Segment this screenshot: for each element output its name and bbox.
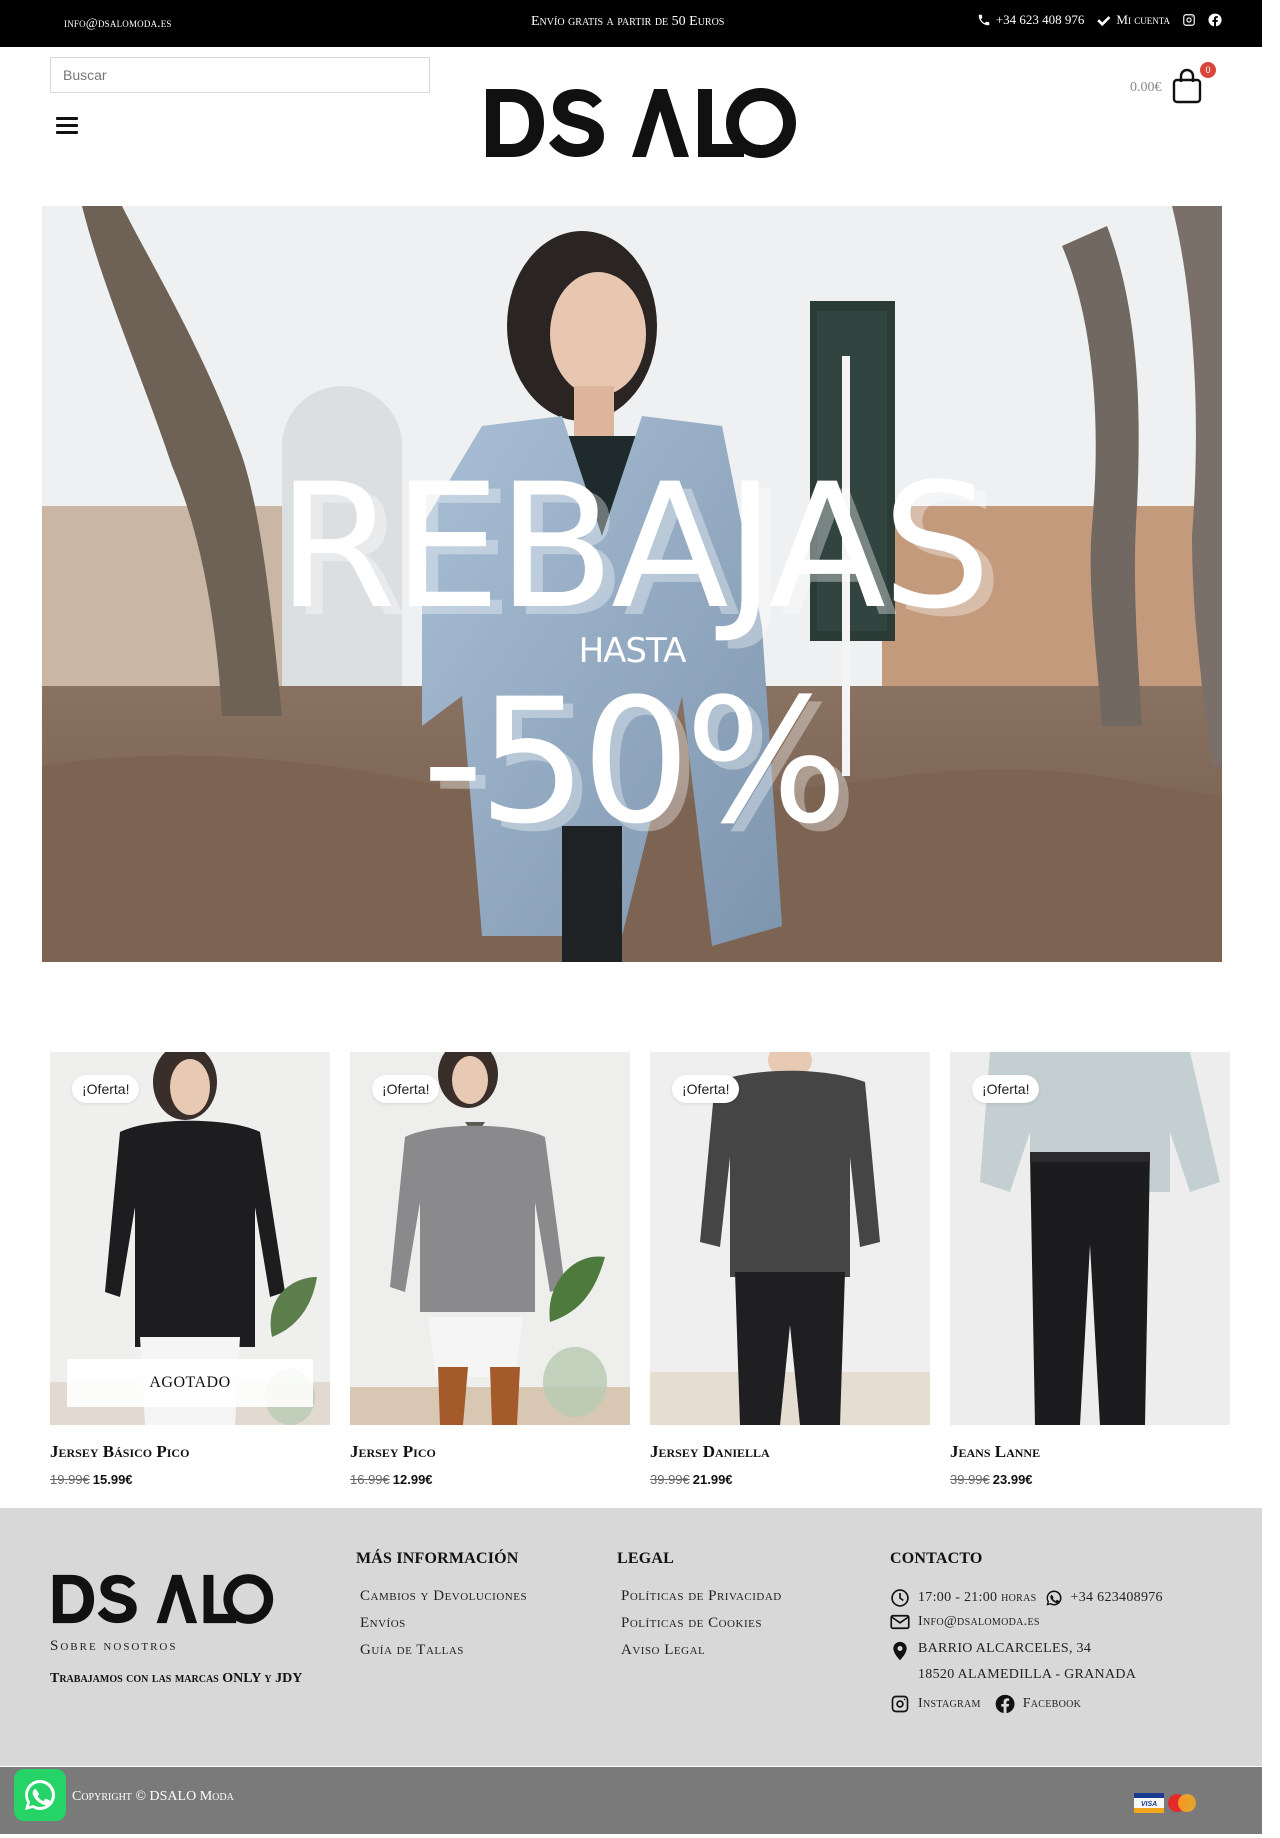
- sale-badge: ¡Oferta!: [72, 1075, 140, 1103]
- legal-heading: LEGAL: [617, 1550, 675, 1567]
- product-photo: [950, 1052, 1230, 1425]
- link-legal-notice[interactable]: Aviso Legal: [621, 1642, 782, 1659]
- product-name[interactable]: Jersey Daniella: [650, 1442, 930, 1462]
- whatsapp-icon: [25, 1779, 56, 1810]
- footer-contact-column: CONTACTO 17:00 - 21:00 horas +34 6234089…: [890, 1550, 1163, 1720]
- contact-email[interactable]: Info@dsalomoda.es: [918, 1614, 1040, 1630]
- contact-address: BARRIO ALCARCELES, 34 18520 ALAMEDILLA -…: [918, 1636, 1136, 1688]
- sale-badge: ¡Oferta!: [372, 1075, 440, 1103]
- link-shipping[interactable]: Envíos: [360, 1615, 527, 1632]
- link-cookies[interactable]: Políticas de Cookies: [621, 1615, 782, 1632]
- whatsapp-icon: [1046, 1590, 1062, 1606]
- about-us-title: Sobre nosotros: [50, 1638, 178, 1654]
- facebook-icon: [995, 1694, 1015, 1714]
- contact-address-row: BARRIO ALCARCELES, 34 18520 ALAMEDILLA -…: [890, 1636, 1163, 1688]
- product-name[interactable]: Jersey Pico: [350, 1442, 630, 1462]
- hero-title: REBAJAS: [276, 446, 991, 647]
- about-us-text: Trabajamos con las marcas ONLY y JDY: [50, 1671, 303, 1686]
- product-card[interactable]: ¡Oferta! Jersey Daniella 39.99€ 21.99€: [650, 1052, 930, 1487]
- old-price: 39.99€: [950, 1472, 990, 1487]
- contact-email-row: Info@dsalomoda.es: [890, 1614, 1163, 1630]
- product-card[interactable]: ¡Oferta! Jersey Pico 16.99€ 12.99€: [350, 1052, 630, 1487]
- shopping-bag-icon: [1172, 68, 1202, 104]
- sale-badge: ¡Oferta!: [972, 1075, 1040, 1103]
- product-card[interactable]: ¡Oferta! Jeans Lanne 39.99€ 23.99€: [950, 1052, 1230, 1487]
- svg-text:VISA: VISA: [1141, 1801, 1157, 1808]
- whatsapp-float-button[interactable]: [14, 1769, 66, 1821]
- sale-price: 21.99€: [692, 1472, 733, 1487]
- product-name[interactable]: Jeans Lanne: [950, 1442, 1230, 1462]
- product-price: 16.99€ 12.99€: [350, 1472, 630, 1487]
- facebook-link[interactable]: Facebook: [1023, 1696, 1082, 1712]
- product-image[interactable]: ¡Oferta!: [950, 1052, 1230, 1425]
- top-bar: info@dsalomoda.es Envío gratis a partir …: [0, 0, 1262, 47]
- product-grid: ¡Oferta! AGOTADO Jersey Básico Pico 19.9…: [50, 1052, 1230, 1502]
- hero-overlay-text: REBAJAS HASTA -50%: [42, 206, 1222, 962]
- link-size-guide[interactable]: Guía de Tallas: [360, 1642, 527, 1659]
- product-price: 39.99€ 21.99€: [650, 1472, 930, 1487]
- address-line-2: 18520 ALAMEDILLA - GRANADA: [918, 1667, 1137, 1682]
- contact-hours: 17:00 - 21:00 horas: [918, 1590, 1037, 1605]
- copyright-text: Copyright © DSALO Moda: [72, 1789, 234, 1804]
- footer-dsalo-logo[interactable]: [50, 1572, 276, 1626]
- sale-price: 23.99€: [992, 1472, 1033, 1487]
- sale-price: 15.99€: [92, 1472, 133, 1487]
- instagram-icon[interactable]: [1182, 13, 1196, 27]
- contact-social-row: Instagram Facebook: [890, 1694, 1163, 1714]
- link-privacy[interactable]: Políticas de Privacidad: [621, 1588, 782, 1605]
- menu-hamburger-icon[interactable]: [56, 117, 78, 135]
- cart-count-badge: 0: [1200, 62, 1216, 78]
- product-photo: [650, 1052, 930, 1425]
- dsalo-logo[interactable]: [482, 85, 800, 161]
- check-icon: [1097, 15, 1111, 26]
- facebook-icon[interactable]: [1208, 13, 1222, 27]
- contact-phone[interactable]: +34 623408976: [1071, 1590, 1163, 1606]
- phone-icon: [978, 14, 990, 26]
- instagram-link[interactable]: Instagram: [918, 1696, 981, 1712]
- old-price: 16.99€: [350, 1472, 390, 1487]
- product-image[interactable]: ¡Oferta! AGOTADO: [50, 1052, 330, 1425]
- footer-info-column: MÁS INFORMACIÓN Cambios y Devoluciones E…: [356, 1550, 527, 1669]
- old-price: 19.99€: [50, 1472, 90, 1487]
- instagram-icon: [891, 1695, 909, 1713]
- clock-icon: [891, 1589, 909, 1607]
- topbar-account[interactable]: Mi cuenta: [1096, 12, 1170, 28]
- visa-card-icon: VISA: [1134, 1793, 1164, 1813]
- soldout-label: AGOTADO: [67, 1359, 313, 1407]
- link-returns[interactable]: Cambios y Devoluciones: [360, 1588, 527, 1605]
- hero-banner[interactable]: REBAJAS HASTA -50%: [42, 206, 1222, 962]
- old-price: 39.99€: [650, 1472, 690, 1487]
- info-heading: MÁS INFORMACIÓN: [356, 1550, 519, 1567]
- topbar-email-link[interactable]: info@dsalomoda.es: [64, 15, 172, 31]
- footer-legal-column: LEGAL Políticas de Privacidad Políticas …: [617, 1550, 782, 1669]
- contact-heading: CONTACTO: [890, 1550, 983, 1567]
- envelope-icon: [890, 1614, 910, 1630]
- sale-badge: ¡Oferta!: [672, 1075, 740, 1103]
- hero-discount: -50%: [421, 661, 848, 862]
- product-card[interactable]: ¡Oferta! AGOTADO Jersey Básico Pico 19.9…: [50, 1052, 330, 1487]
- product-price: 39.99€ 23.99€: [950, 1472, 1230, 1487]
- topbar-right: +34 623 408 976 Mi cuenta: [977, 12, 1222, 28]
- address-line-1: BARRIO ALCARCELES, 34: [918, 1641, 1092, 1656]
- product-image[interactable]: ¡Oferta!: [650, 1052, 930, 1425]
- product-photo: [350, 1052, 630, 1425]
- location-pin-icon: [893, 1641, 907, 1661]
- payment-methods: VISA: [1134, 1793, 1198, 1813]
- product-price: 19.99€ 15.99€: [50, 1472, 330, 1487]
- product-image[interactable]: ¡Oferta!: [350, 1052, 630, 1425]
- topbar-phone-text: +34 623 408 976: [995, 12, 1085, 27]
- sale-price: 12.99€: [392, 1472, 433, 1487]
- cart-total: 0.00€: [1130, 80, 1162, 95]
- cart-widget[interactable]: 0.00€ 0: [1128, 62, 1228, 112]
- search-input[interactable]: [50, 57, 430, 93]
- site-footer: Sobre nosotros Trabajamos con las marcas…: [0, 1508, 1262, 1766]
- my-account-link: Mi cuenta: [1116, 12, 1170, 27]
- footer-bottom-bar: Copyright © DSALO Moda: [0, 1767, 1262, 1834]
- product-name[interactable]: Jersey Básico Pico: [50, 1442, 330, 1462]
- contact-hours-phone: 17:00 - 21:00 horas +34 623408976: [890, 1588, 1163, 1608]
- mastercard-icon: [1168, 1794, 1196, 1812]
- shipping-notice: Envío gratis a partir de 50 Euros: [531, 14, 725, 29]
- topbar-phone[interactable]: +34 623 408 976: [977, 12, 1085, 28]
